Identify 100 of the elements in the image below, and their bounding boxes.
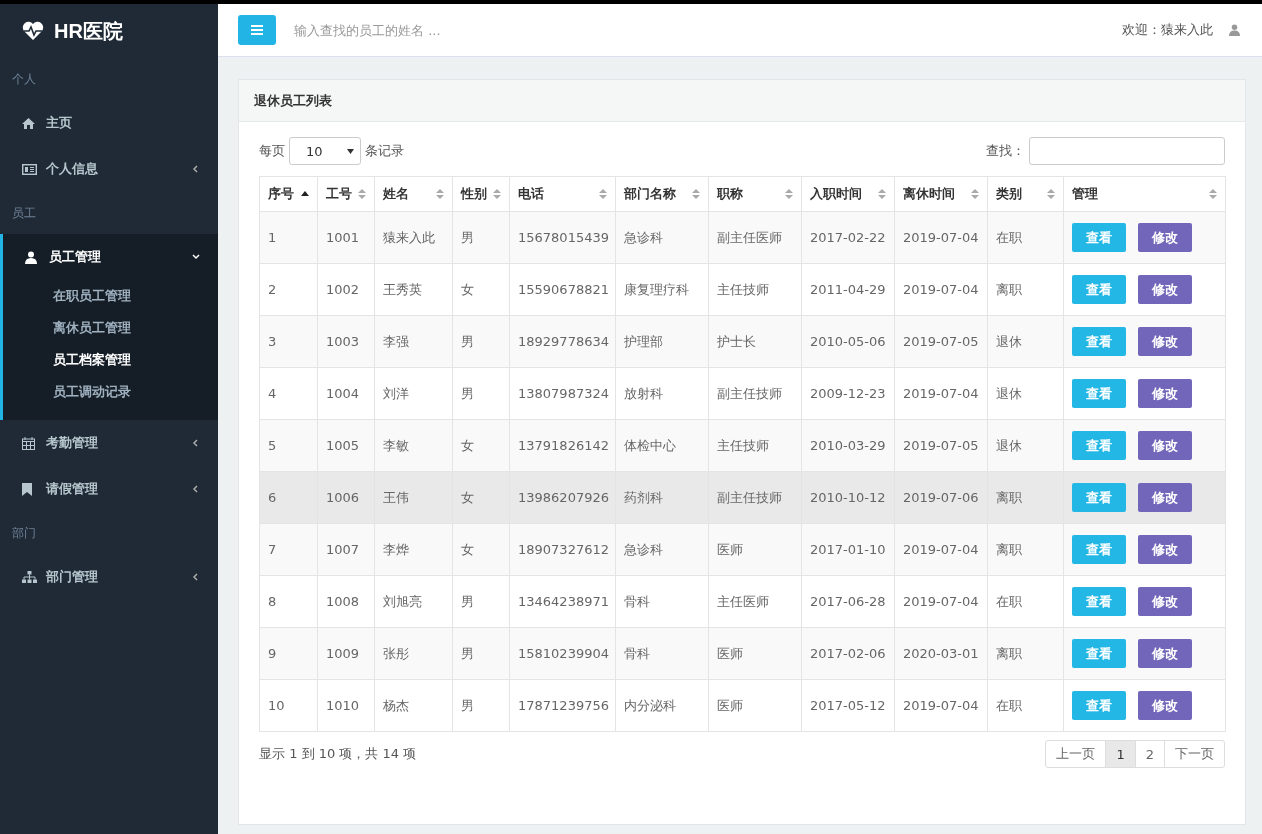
table-cell: 15810239904 bbox=[509, 627, 616, 680]
edit-button[interactable]: 修改 bbox=[1138, 691, 1192, 720]
table-cell: 2 bbox=[259, 263, 318, 316]
edit-button[interactable]: 修改 bbox=[1138, 587, 1192, 616]
user-icon[interactable] bbox=[1229, 24, 1240, 36]
table-cell: 1009 bbox=[317, 627, 375, 680]
table-info: 显示 1 到 10 项，共 14 项 bbox=[259, 745, 417, 763]
column-header[interactable]: 管理 bbox=[1063, 176, 1226, 212]
submenu-item[interactable]: 员工档案管理 bbox=[3, 344, 218, 376]
pagination-button[interactable]: 上一页 bbox=[1045, 740, 1107, 768]
table-cell: 离职 bbox=[987, 523, 1064, 576]
column-header[interactable]: 姓名 bbox=[374, 176, 453, 212]
table-cell: 女 bbox=[452, 419, 510, 472]
id-card-icon bbox=[22, 163, 37, 175]
edit-button[interactable]: 修改 bbox=[1138, 275, 1192, 304]
welcome-text: 欢迎：猿来入此 bbox=[1122, 21, 1213, 39]
section-heading: 部门 bbox=[11, 525, 37, 542]
table-cell: 2017-05-12 bbox=[801, 679, 895, 732]
column-header[interactable]: 类别 bbox=[987, 176, 1064, 212]
table-cell: 内分泌科 bbox=[615, 679, 709, 732]
column-header[interactable]: 性别 bbox=[452, 176, 510, 212]
sidebar-item[interactable]: 考勤管理 bbox=[0, 420, 218, 466]
submenu-item[interactable]: 员工调动记录 bbox=[3, 376, 218, 408]
table-cell: 1010 bbox=[317, 679, 375, 732]
pagination-button[interactable]: 1 bbox=[1105, 740, 1136, 768]
section-heading: 个人 bbox=[11, 71, 37, 88]
search-input[interactable] bbox=[1029, 137, 1225, 165]
menu-button[interactable] bbox=[238, 15, 276, 45]
table-cell: 17871239756 bbox=[509, 679, 616, 732]
menu-icon bbox=[251, 25, 263, 35]
table-cell: 李烨 bbox=[374, 523, 453, 576]
table-cell: 在职 bbox=[987, 211, 1064, 264]
edit-button[interactable]: 修改 bbox=[1138, 483, 1192, 512]
sidebar-item[interactable]: 员工管理 bbox=[3, 234, 218, 280]
table-cell: 杨杰 bbox=[374, 679, 453, 732]
table-cell: 2010-03-29 bbox=[801, 419, 895, 472]
edit-button[interactable]: 修改 bbox=[1138, 379, 1192, 408]
column-header[interactable]: 电话 bbox=[509, 176, 616, 212]
table-cell: 3 bbox=[259, 315, 318, 368]
table-cell: 8 bbox=[259, 575, 318, 628]
table-cell: 护士长 bbox=[708, 315, 802, 368]
sidebar-item[interactable]: 个人信息 bbox=[0, 146, 218, 192]
table-cell: 15590678821 bbox=[509, 263, 616, 316]
table-cell: 2017-01-10 bbox=[801, 523, 895, 576]
table-cell: 18929778634 bbox=[509, 315, 616, 368]
table-cell: 2020-03-01 bbox=[894, 627, 988, 680]
table-cell: 主任医师 bbox=[708, 575, 802, 628]
table-cell: 2011-04-29 bbox=[801, 263, 895, 316]
column-header[interactable]: 职称 bbox=[708, 176, 802, 212]
table-cell: 2019-07-04 bbox=[894, 575, 988, 628]
table-cell: 6 bbox=[259, 471, 318, 524]
table-cell: 急诊科 bbox=[615, 523, 709, 576]
column-header[interactable]: 离休时间 bbox=[894, 176, 988, 212]
per-page-label: 条记录 bbox=[365, 142, 404, 160]
column-header[interactable]: 入职时间 bbox=[801, 176, 895, 212]
table-cell: 2019-07-04 bbox=[894, 211, 988, 264]
sidebar-item-label: 部门管理 bbox=[46, 568, 99, 586]
table-cell: 女 bbox=[452, 263, 510, 316]
table-cell: 5 bbox=[259, 419, 318, 472]
table-cell: 2019-07-06 bbox=[894, 471, 988, 524]
table-cell: 2009-12-23 bbox=[801, 367, 895, 420]
table-cell: 骨科 bbox=[615, 575, 709, 628]
user-icon bbox=[25, 250, 37, 264]
table-cell: 女 bbox=[452, 471, 510, 524]
sidebar-item-label: 主页 bbox=[46, 114, 73, 132]
edit-button[interactable]: 修改 bbox=[1138, 431, 1192, 460]
table-cell: 4 bbox=[259, 367, 318, 420]
sidebar-item-label: 个人信息 bbox=[46, 160, 99, 178]
column-header[interactable]: 工号 bbox=[317, 176, 375, 212]
edit-button[interactable]: 修改 bbox=[1138, 639, 1192, 668]
page-size-select[interactable]: 10 bbox=[289, 137, 361, 165]
submenu-item[interactable]: 在职员工管理 bbox=[3, 280, 218, 312]
sidebar-item[interactable]: 部门管理 bbox=[0, 554, 218, 600]
column-header[interactable]: 部门名称 bbox=[615, 176, 709, 212]
edit-button[interactable]: 修改 bbox=[1138, 535, 1192, 564]
dropdown-arrow-icon bbox=[347, 148, 354, 154]
sidebar-item[interactable]: 主页 bbox=[0, 100, 218, 146]
table-cell: 张彤 bbox=[374, 627, 453, 680]
table-cell: 王秀英 bbox=[374, 263, 453, 316]
table-cell: 9 bbox=[259, 627, 318, 680]
table-cell: 18907327612 bbox=[509, 523, 616, 576]
table-cell: 副主任技师 bbox=[708, 471, 802, 524]
sidebar-item[interactable]: 请假管理 bbox=[0, 466, 218, 512]
table-cell: 男 bbox=[452, 211, 510, 264]
pagination-button[interactable]: 下一页 bbox=[1164, 740, 1225, 768]
home-icon bbox=[22, 117, 35, 129]
table-cell: 13464238971 bbox=[509, 575, 616, 628]
table-cell: 退休 bbox=[987, 315, 1064, 368]
table-cell: 1006 bbox=[317, 471, 375, 524]
edit-button[interactable]: 修改 bbox=[1138, 327, 1192, 356]
table-cell: 刘旭亮 bbox=[374, 575, 453, 628]
table-cell: 刘洋 bbox=[374, 367, 453, 420]
table-cell: 10 bbox=[259, 679, 318, 732]
edit-button[interactable]: 修改 bbox=[1138, 223, 1192, 252]
column-header[interactable]: 序号 bbox=[259, 176, 318, 212]
bookmark-icon bbox=[22, 482, 32, 496]
table-cell: 急诊科 bbox=[615, 211, 709, 264]
heart-pulse-icon bbox=[22, 21, 44, 41]
submenu-item[interactable]: 离休员工管理 bbox=[3, 312, 218, 344]
table-cell: 男 bbox=[452, 627, 510, 680]
